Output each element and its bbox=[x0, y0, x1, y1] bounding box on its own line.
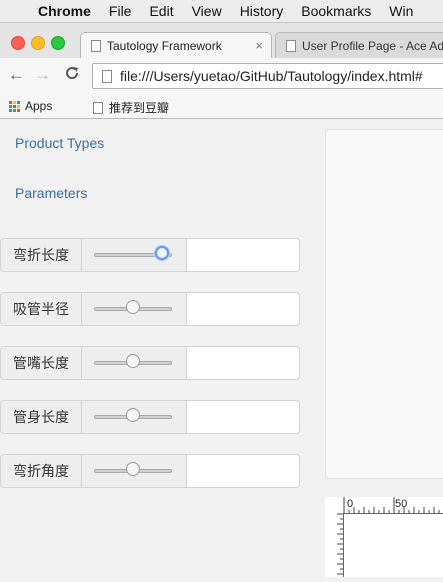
parameter-slider[interactable] bbox=[82, 400, 186, 434]
mac-menu-bar: Chrome File Edit View History Bookmarks … bbox=[0, 0, 443, 23]
parameter-row: 弯折长度 bbox=[0, 238, 300, 272]
parameter-slider[interactable] bbox=[82, 454, 186, 488]
forward-arrow-icon[interactable]: → bbox=[34, 65, 51, 85]
apps-dot bbox=[13, 104, 16, 108]
menu-window[interactable]: Win bbox=[389, 3, 413, 19]
parameter-value-input[interactable] bbox=[186, 454, 300, 488]
preview-panel bbox=[325, 129, 443, 479]
menu-history[interactable]: History bbox=[240, 3, 284, 19]
parameter-label: 弯折角度 bbox=[0, 454, 82, 488]
bookmarks-bar: Apps 推荐到豆瓣 bbox=[0, 94, 443, 118]
bookmark-apps[interactable]: Apps bbox=[9, 99, 52, 113]
ruler-ticks-top bbox=[343, 497, 440, 513]
zoom-window-button[interactable] bbox=[51, 36, 65, 50]
bookmark-label: Apps bbox=[25, 99, 53, 113]
slider-thumb[interactable] bbox=[154, 246, 169, 260]
bookmark-douban[interactable]: 推荐到豆瓣 bbox=[93, 99, 169, 116]
menu-edit[interactable]: Edit bbox=[149, 3, 173, 19]
parameter-row: 弯折角度 bbox=[0, 454, 300, 488]
tab-tautology-framework[interactable]: Tautology Framework × bbox=[80, 32, 272, 58]
parameter-slider[interactable] bbox=[82, 238, 186, 272]
parameter-row: 管身长度 bbox=[0, 400, 300, 434]
tab-title: User Profile Page - Ace Ad bbox=[302, 38, 443, 53]
nav-parameters-link[interactable]: Parameters bbox=[15, 185, 87, 201]
nav-product-types-link[interactable]: Product Types bbox=[15, 135, 104, 151]
slider-thumb[interactable] bbox=[126, 300, 140, 314]
reload-icon[interactable] bbox=[64, 65, 80, 86]
slider-thumb[interactable] bbox=[126, 354, 140, 368]
apps-dot bbox=[9, 108, 12, 112]
reload-icon-glyph bbox=[66, 67, 79, 80]
close-window-button[interactable] bbox=[11, 36, 25, 50]
apps-dot bbox=[13, 100, 16, 104]
ruler-tick-label-0: 0 bbox=[347, 498, 354, 510]
menu-bookmarks[interactable]: Bookmarks bbox=[301, 3, 371, 19]
apps-grid-icon bbox=[9, 100, 20, 112]
slider-thumb[interactable] bbox=[126, 462, 140, 476]
parameter-row: 管嘴长度 bbox=[0, 346, 300, 380]
browser-toolbar: ← → file:///Users/yuetao/GitHub/Tautolog… bbox=[0, 58, 443, 94]
page-icon bbox=[102, 69, 112, 83]
parameter-slider[interactable] bbox=[82, 346, 186, 380]
slider-thumb[interactable] bbox=[126, 408, 140, 422]
menu-view[interactable]: View bbox=[192, 3, 222, 19]
page-content: Product Types Parameters 弯折长度吸管半径管嘴长度管身长… bbox=[0, 119, 443, 577]
parameter-label: 管嘴长度 bbox=[0, 346, 82, 380]
page-icon bbox=[93, 101, 103, 114]
url-text: file:///Users/yuetao/GitHub/Tautology/in… bbox=[120, 68, 423, 84]
apps-dot bbox=[17, 100, 20, 104]
horizontal-ruler: 0 50 bbox=[343, 497, 443, 514]
back-arrow-icon[interactable]: ← bbox=[8, 65, 25, 85]
apps-dot bbox=[9, 100, 12, 104]
parameter-value-input[interactable] bbox=[186, 400, 300, 434]
browser-chrome: Tautology Framework × User Profile Page … bbox=[0, 23, 443, 119]
parameter-value-input[interactable] bbox=[186, 238, 300, 272]
page-icon bbox=[91, 39, 101, 52]
tab-title: Tautology Framework bbox=[107, 38, 222, 53]
ruler-ticks-left bbox=[337, 513, 343, 575]
ruler-corner bbox=[325, 497, 343, 513]
apps-dot bbox=[17, 108, 20, 112]
bookmark-label: 推荐到豆瓣 bbox=[109, 101, 170, 115]
close-tab-icon[interactable]: × bbox=[255, 38, 263, 53]
parameter-row: 吸管半径 bbox=[0, 292, 300, 326]
address-bar[interactable]: file:///Users/yuetao/GitHub/Tautology/in… bbox=[92, 63, 443, 89]
parameter-slider[interactable] bbox=[82, 292, 186, 326]
parameter-label: 弯折长度 bbox=[0, 238, 82, 272]
tab-user-profile[interactable]: User Profile Page - Ace Ad bbox=[275, 32, 443, 58]
menu-file[interactable]: File bbox=[109, 3, 132, 19]
parameter-label: 管身长度 bbox=[0, 400, 82, 434]
page-icon bbox=[286, 39, 296, 52]
ruler-canvas[interactable]: 0 50 bbox=[325, 497, 443, 577]
apps-dot bbox=[17, 104, 20, 108]
parameter-label: 吸管半径 bbox=[0, 292, 82, 326]
apps-dot bbox=[13, 108, 16, 112]
minimize-window-button[interactable] bbox=[31, 36, 45, 50]
ruler-tick-label-50: 50 bbox=[395, 498, 408, 510]
vertical-ruler bbox=[325, 513, 344, 577]
menu-chrome[interactable]: Chrome bbox=[38, 3, 91, 19]
apps-dot bbox=[9, 104, 12, 108]
parameter-value-input[interactable] bbox=[186, 346, 300, 380]
parameter-value-input[interactable] bbox=[186, 292, 300, 326]
